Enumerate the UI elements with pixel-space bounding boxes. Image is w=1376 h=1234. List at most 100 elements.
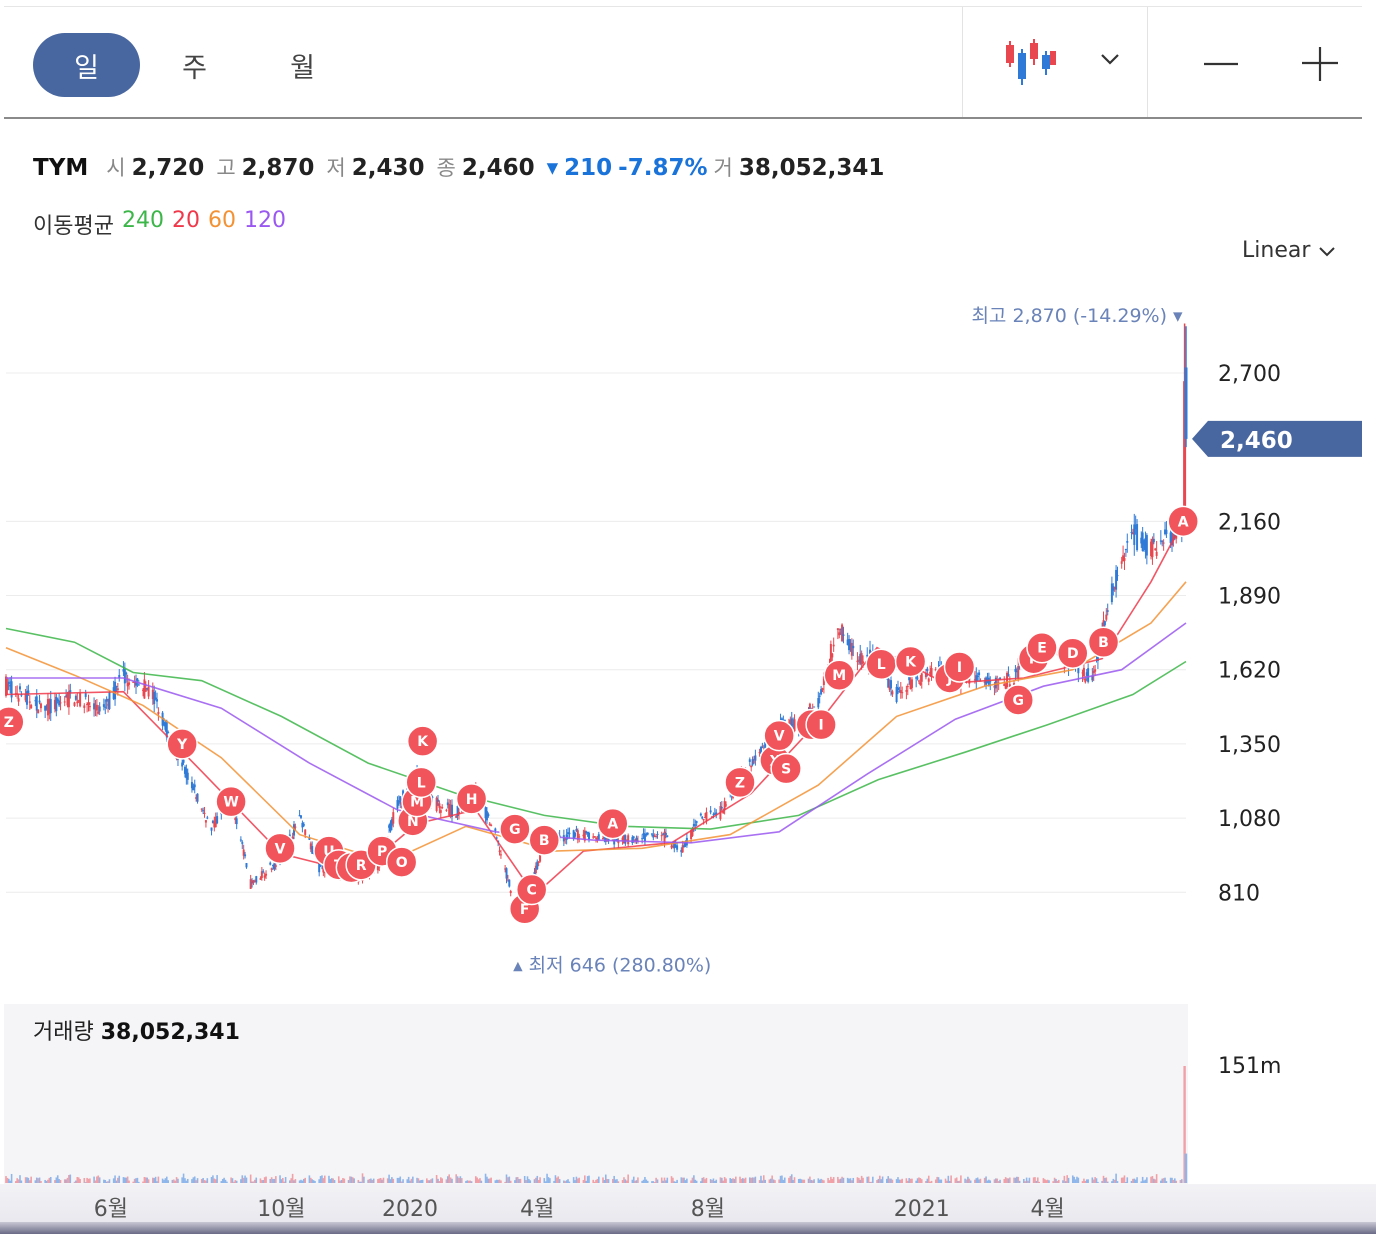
volume-bar xyxy=(753,1177,755,1183)
volume-bar xyxy=(642,1179,645,1183)
event-marker-label: K xyxy=(417,734,429,750)
volume-bar xyxy=(486,1176,488,1183)
volume-bar xyxy=(558,1179,561,1183)
volume-bar xyxy=(378,1178,381,1183)
volume-bar xyxy=(196,1178,199,1183)
volume-bar xyxy=(500,1180,502,1183)
event-marker-label: G xyxy=(509,822,521,838)
volume-bar xyxy=(200,1179,203,1183)
candle-body xyxy=(167,732,170,734)
volume-bar xyxy=(1111,1181,1113,1183)
volume-bar xyxy=(789,1176,792,1183)
volume-bar xyxy=(372,1178,375,1183)
volume-bar xyxy=(210,1176,213,1183)
volume-bar xyxy=(505,1174,508,1183)
candle-body xyxy=(930,667,933,677)
volume-bar xyxy=(586,1176,589,1183)
volume-bar xyxy=(818,1179,821,1183)
volume-bar xyxy=(69,1174,72,1183)
price-chart[interactable]: 2,700 2,160 1,890 1,620 1,350 1,080 810 6월 10월 20… xyxy=(0,0,1376,1234)
candle-body xyxy=(245,863,248,868)
volume-bar xyxy=(967,1176,969,1183)
volume-bar xyxy=(694,1179,697,1183)
volume-bar xyxy=(1024,1181,1027,1183)
volume-bar xyxy=(978,1179,980,1183)
volume-bar xyxy=(1115,1173,1117,1183)
candle-body xyxy=(88,706,91,708)
candle-body xyxy=(35,696,38,711)
candle-body xyxy=(115,686,118,688)
candle-body xyxy=(263,875,266,878)
candle-body xyxy=(597,834,600,840)
x-tick-label: 4월 xyxy=(1030,1197,1064,1222)
volume-bar xyxy=(930,1180,933,1183)
candle-body xyxy=(490,824,493,826)
volume-bar xyxy=(655,1177,657,1183)
volume-bar xyxy=(1116,1181,1119,1183)
volume-bar xyxy=(507,1177,509,1183)
volume-bar xyxy=(399,1176,402,1183)
volume-bar xyxy=(55,1177,58,1183)
volume-bar xyxy=(869,1181,871,1183)
volume-bar xyxy=(75,1180,77,1183)
candle-body xyxy=(206,817,209,819)
volume-bar xyxy=(602,1177,604,1183)
volume-bar xyxy=(1095,1178,1098,1183)
volume-bar xyxy=(852,1177,855,1183)
volume-bar xyxy=(1120,1177,1123,1183)
volume-bar xyxy=(730,1178,733,1183)
volume-bar xyxy=(329,1179,332,1183)
volume-bar xyxy=(842,1177,845,1183)
volume-bar xyxy=(504,1181,506,1183)
volume-bar xyxy=(673,1181,676,1183)
volume-bar xyxy=(779,1175,782,1183)
volume-bar xyxy=(174,1180,176,1183)
volume-bar xyxy=(958,1180,961,1183)
volume-bar xyxy=(98,1177,101,1183)
volume-bar xyxy=(1112,1178,1115,1183)
candle-body xyxy=(1105,614,1108,620)
volume-bar xyxy=(458,1177,460,1183)
candle-body xyxy=(926,668,929,671)
volume-bar xyxy=(519,1178,522,1183)
candle-body xyxy=(498,850,501,852)
candle-body xyxy=(862,661,865,664)
volume-bar xyxy=(143,1176,146,1183)
candle-body xyxy=(87,702,90,705)
volume-bar xyxy=(430,1179,432,1183)
volume-bar xyxy=(203,1180,206,1183)
volume-bar xyxy=(988,1179,990,1183)
volume-bar xyxy=(1181,1179,1183,1183)
volume-bar xyxy=(448,1174,450,1183)
volume-bar xyxy=(466,1180,469,1183)
volume-bar xyxy=(112,1178,115,1183)
candle-body xyxy=(262,871,265,873)
volume-bar xyxy=(177,1178,179,1183)
volume-bar xyxy=(1092,1179,1095,1183)
volume-bar xyxy=(40,1181,42,1183)
volume-bar xyxy=(1014,1177,1017,1183)
candle-body xyxy=(660,835,663,837)
volume-bar xyxy=(255,1177,258,1183)
candle-body xyxy=(193,784,196,788)
volume-bar xyxy=(750,1177,752,1183)
volume-bar xyxy=(760,1175,762,1183)
volume-bar xyxy=(799,1178,801,1183)
candle-body xyxy=(920,673,923,682)
candle-body xyxy=(210,827,213,831)
volume-bar xyxy=(1179,1180,1182,1183)
volume-bar xyxy=(769,1178,772,1183)
volume-bar xyxy=(788,1177,790,1183)
candle-body xyxy=(203,812,206,814)
volume-bar xyxy=(445,1179,448,1183)
volume-bar xyxy=(567,1179,569,1183)
volume-bar xyxy=(125,1177,128,1183)
volume-bar xyxy=(1034,1177,1036,1183)
volume-bar xyxy=(240,1179,242,1183)
event-marker-label: E xyxy=(1037,641,1047,657)
volume-bar xyxy=(758,1180,761,1183)
volume-bar xyxy=(156,1181,158,1183)
volume-bar xyxy=(686,1178,688,1183)
volume-bar xyxy=(1073,1176,1075,1183)
volume-bar xyxy=(77,1177,80,1183)
